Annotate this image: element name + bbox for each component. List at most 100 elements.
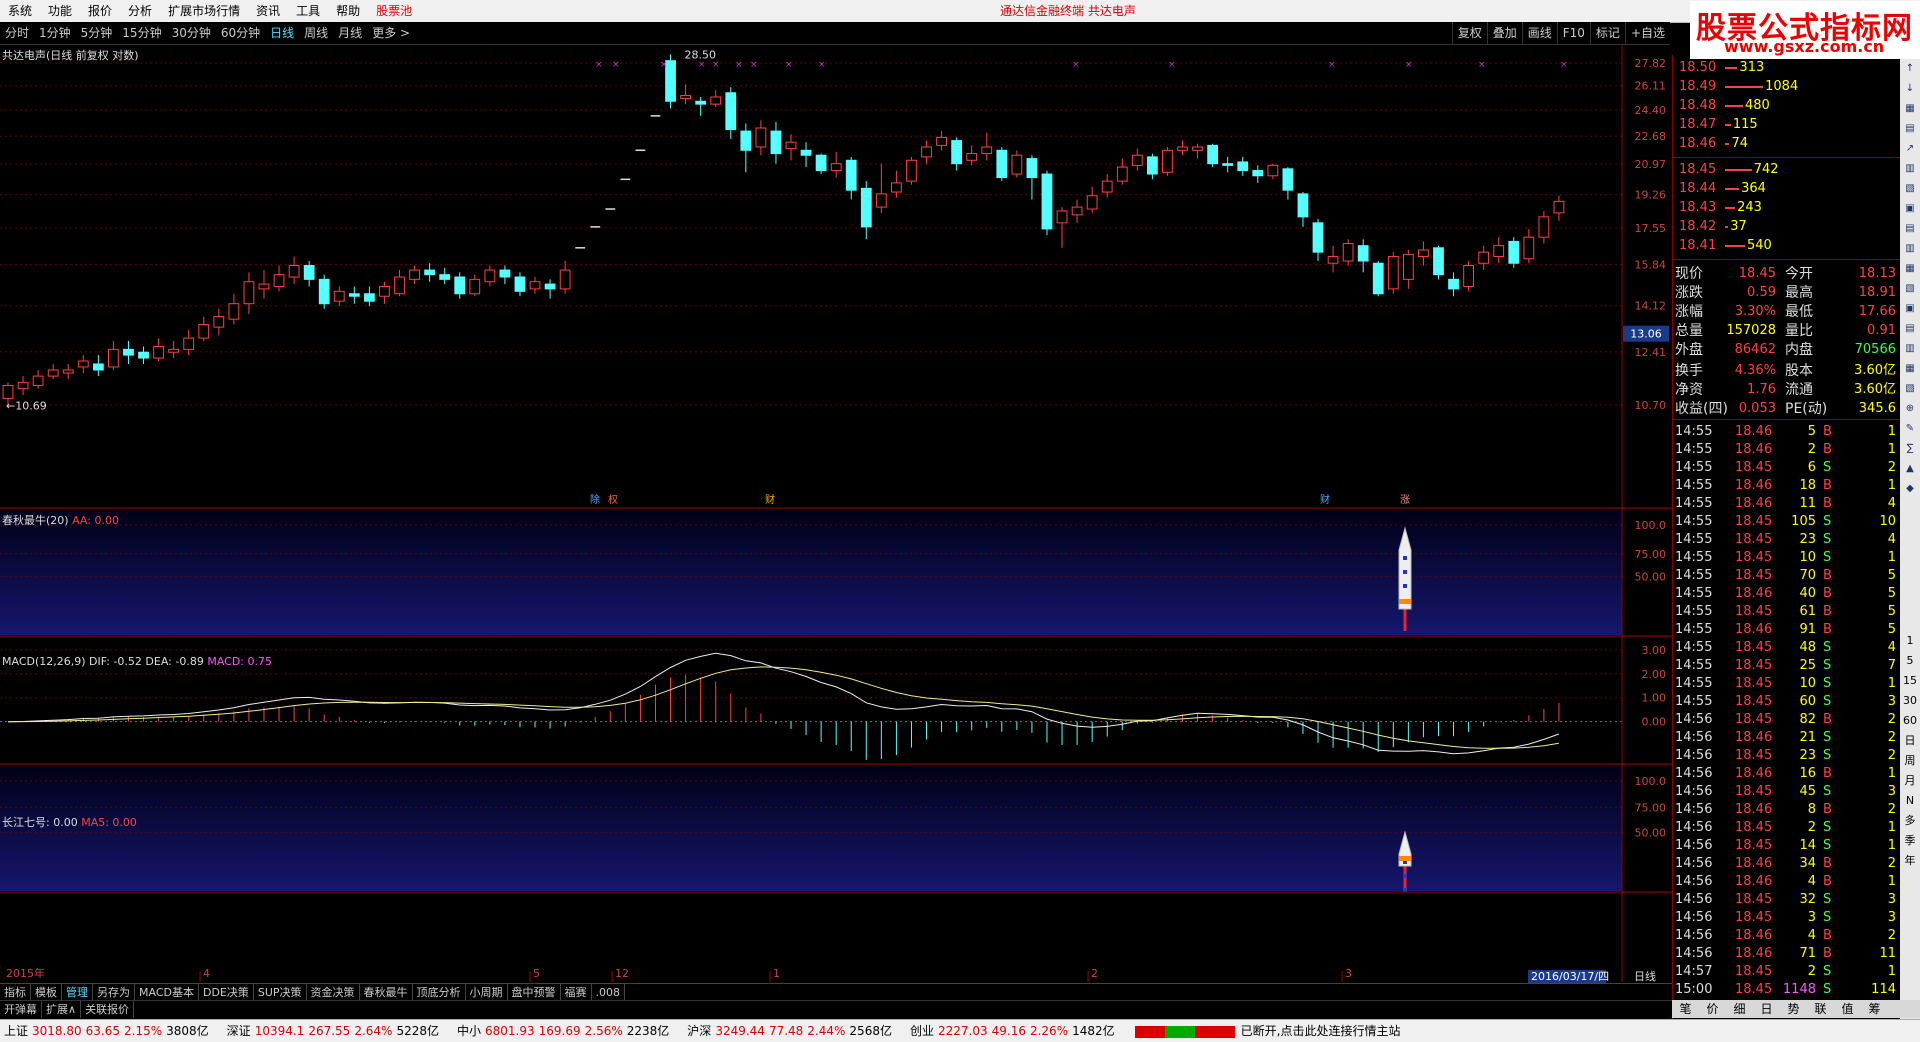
menu-function[interactable]: 功能 bbox=[40, 0, 80, 22]
sidebar-tool-icon[interactable]: ▤ bbox=[1902, 221, 1918, 237]
candle-body bbox=[1523, 236, 1535, 260]
indicator-tab[interactable]: .008 bbox=[592, 984, 626, 1001]
tool-draw[interactable]: 画线 bbox=[1521, 22, 1557, 44]
period-1min[interactable]: 1分钟 bbox=[34, 22, 76, 44]
tool-add-watchlist[interactable]: +自选 bbox=[1624, 22, 1670, 44]
menu-tools[interactable]: 工具 bbox=[288, 0, 328, 22]
tool-f10[interactable]: F10 bbox=[1556, 22, 1590, 44]
menu-analysis[interactable]: 分析 bbox=[120, 0, 160, 22]
indicator-tab[interactable]: 春秋最牛 bbox=[360, 984, 413, 1001]
candle-body bbox=[1448, 278, 1459, 290]
index-quote[interactable]: 沪深 3249.44 77.48 2.44% 2568亿 bbox=[683, 1020, 896, 1042]
index-quote[interactable]: 上证 3018.80 63.65 2.15% 3808亿 bbox=[0, 1020, 213, 1042]
sidebar-tool-icon[interactable]: ◆ bbox=[1902, 481, 1918, 497]
quote-tab[interactable]: 价 bbox=[1699, 1000, 1726, 1018]
sidebar-period-button[interactable]: 1 bbox=[1902, 633, 1918, 649]
period-15min[interactable]: 15分钟 bbox=[117, 22, 166, 44]
tick-time: 14:56 bbox=[1675, 748, 1713, 763]
indicator-tab[interactable]: DDE决策 bbox=[199, 984, 254, 1001]
period-5min[interactable]: 5分钟 bbox=[76, 22, 118, 44]
menu-ext-market[interactable]: 扩展市场行情 bbox=[160, 0, 248, 22]
menu-help[interactable]: 帮助 bbox=[328, 0, 368, 22]
sidebar-tool-icon[interactable]: ▦ bbox=[1902, 261, 1918, 277]
quote-tab[interactable]: 笔 bbox=[1672, 1000, 1699, 1018]
indicator-tab[interactable]: 管理 bbox=[62, 984, 93, 1001]
period-weekly[interactable]: 周线 bbox=[299, 22, 333, 44]
indicator-tab[interactable]: SUP决策 bbox=[254, 984, 307, 1001]
quote-tab[interactable]: 细 bbox=[1726, 1000, 1753, 1018]
quote-value: 86462 bbox=[1734, 342, 1776, 357]
quote-tab[interactable]: 势 bbox=[1780, 1000, 1807, 1018]
period-timeshare[interactable]: 分时 bbox=[0, 22, 34, 44]
period-60min[interactable]: 60分钟 bbox=[216, 22, 265, 44]
indicator-tab[interactable]: 指标 bbox=[0, 984, 31, 1001]
tick-price: 18.45 bbox=[1735, 550, 1773, 565]
sidebar-period-button[interactable]: 年 bbox=[1902, 853, 1918, 869]
sidebar-tool-icon[interactable]: ✎ bbox=[1902, 421, 1918, 437]
menu-system[interactable]: 系统 bbox=[0, 0, 40, 22]
tool-adjust[interactable]: 复权 bbox=[1451, 22, 1487, 44]
indicator-tab[interactable]: 福赛 bbox=[561, 984, 592, 1001]
sidebar-tool-icon[interactable]: ▣ bbox=[1902, 301, 1918, 317]
index-quote[interactable]: 创业 2227.03 49.16 2.26% 1482亿 bbox=[906, 1020, 1119, 1042]
sidebar-tool-icon[interactable]: ↓ bbox=[1902, 81, 1918, 97]
period-more[interactable]: 更多 > bbox=[367, 22, 415, 44]
xaxis-tick: 1 bbox=[773, 967, 780, 980]
sidebar-period-button[interactable]: 30 bbox=[1902, 693, 1918, 709]
menu-quote[interactable]: 报价 bbox=[80, 0, 120, 22]
sidebar-tool-icon[interactable]: ▧ bbox=[1902, 181, 1918, 197]
sub-tab[interactable]: 关联报价 bbox=[81, 1001, 135, 1018]
period-daily[interactable]: 日线 bbox=[265, 22, 299, 44]
candle-body bbox=[710, 96, 722, 105]
sidebar-period-button[interactable]: 5 bbox=[1902, 653, 1918, 669]
sidebar-tool-icon[interactable]: ↑ bbox=[1902, 61, 1918, 77]
sidebar-period-button[interactable]: 日 bbox=[1902, 733, 1918, 749]
tool-mark[interactable]: 标记 bbox=[1589, 22, 1625, 44]
period-monthly[interactable]: 月线 bbox=[333, 22, 367, 44]
sidebar-tool-icon[interactable]: ▧ bbox=[1902, 281, 1918, 297]
menu-stock-pool[interactable]: 股票池 bbox=[368, 0, 420, 22]
tick-row: 14:55 18.45 23 S 4 bbox=[1673, 531, 1898, 548]
sidebar-tool-icon[interactable]: ▦ bbox=[1902, 101, 1918, 117]
period-30min[interactable]: 30分钟 bbox=[167, 22, 216, 44]
tool-overlay[interactable]: 叠加 bbox=[1486, 22, 1522, 44]
menu-news[interactable]: 资讯 bbox=[248, 0, 288, 22]
sidebar-period-button[interactable]: 15 bbox=[1902, 673, 1918, 689]
kline-chart[interactable]: × × × × × × × × × × × × × × × 27.82 26.11 24.40 22.68 20.9… bbox=[0, 45, 1672, 983]
connection-status[interactable]: 已断开,点击此处连接行情主站 bbox=[1241, 1020, 1401, 1042]
quote-tab[interactable]: 日 bbox=[1753, 1000, 1780, 1018]
quote-tab[interactable]: 值 bbox=[1834, 1000, 1861, 1018]
sub-tab[interactable]: 扩展∧ bbox=[42, 1001, 82, 1018]
sidebar-tool-icon[interactable]: ▤ bbox=[1902, 121, 1918, 137]
indicator-tab[interactable]: 另存为 bbox=[93, 984, 135, 1001]
sidebar-tool-icon[interactable]: ▦ bbox=[1902, 361, 1918, 377]
quote-label: 现价 bbox=[1675, 266, 1703, 282]
sidebar-tool-icon[interactable]: ▤ bbox=[1902, 321, 1918, 337]
sidebar-tool-icon[interactable]: ∑ bbox=[1902, 441, 1918, 457]
sidebar-tool-icon[interactable]: ▥ bbox=[1902, 241, 1918, 257]
sidebar-period-button[interactable]: 周 bbox=[1902, 753, 1918, 769]
index-quote[interactable]: 中小 6801.93 169.69 2.56% 2238亿 bbox=[453, 1020, 673, 1042]
sidebar-period-button[interactable]: 60 bbox=[1902, 713, 1918, 729]
sidebar-period-button[interactable]: 月 bbox=[1902, 773, 1918, 789]
sidebar-tool-icon[interactable]: ▣ bbox=[1902, 201, 1918, 217]
sidebar-period-button[interactable]: 季 bbox=[1902, 833, 1918, 849]
indicator-tab[interactable]: 盘中预警 bbox=[508, 984, 561, 1001]
sidebar-tool-icon[interactable]: ⊕ bbox=[1902, 401, 1918, 417]
sidebar-tool-icon[interactable]: ▲ bbox=[1902, 461, 1918, 477]
indicator-tab[interactable]: MACD基本 bbox=[135, 984, 199, 1001]
sub-tab[interactable]: 开弹幕 bbox=[0, 1001, 42, 1018]
indicator-tab[interactable]: 小周期 bbox=[466, 984, 508, 1001]
sidebar-tool-icon[interactable]: ▧ bbox=[1902, 381, 1918, 397]
sidebar-period-button[interactable]: N bbox=[1902, 793, 1918, 809]
indicator-tab[interactable]: 顶底分析 bbox=[413, 984, 466, 1001]
sidebar-period-button[interactable]: 多 bbox=[1902, 813, 1918, 829]
sidebar-tool-icon[interactable]: ▥ bbox=[1902, 341, 1918, 357]
quote-tab[interactable]: 筹 bbox=[1861, 1000, 1888, 1018]
index-quote[interactable]: 深证 10394.1 267.55 2.64% 5228亿 bbox=[223, 1020, 443, 1042]
sidebar-tool-icon[interactable]: ▥ bbox=[1902, 161, 1918, 177]
indicator-tab[interactable]: 模板 bbox=[31, 984, 62, 1001]
indicator-tab[interactable]: 资金决策 bbox=[307, 984, 360, 1001]
quote-tab[interactable]: 联 bbox=[1807, 1000, 1834, 1018]
sidebar-tool-icon[interactable]: ↗ bbox=[1902, 141, 1918, 157]
